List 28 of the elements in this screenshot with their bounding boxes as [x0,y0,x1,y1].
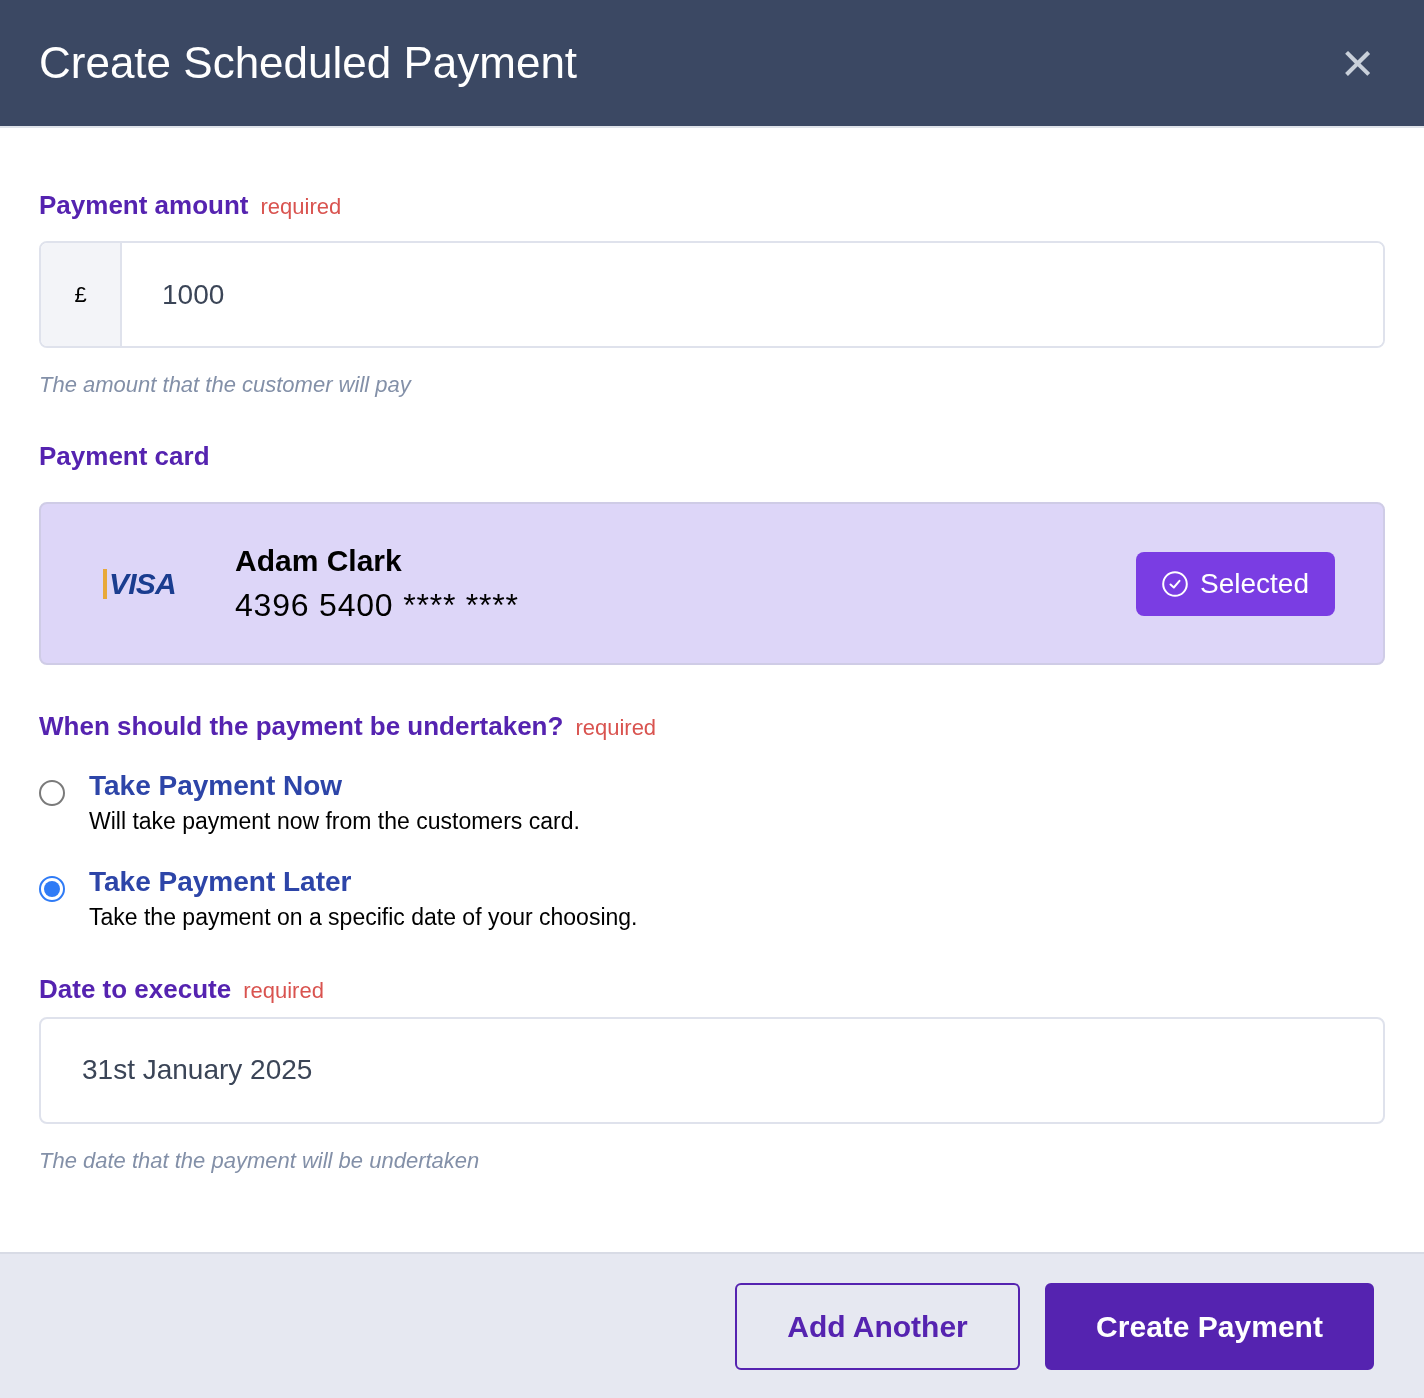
visa-logo: VISA [103,568,173,599]
option-description: Take the payment on a specific date of your choosing. [89,902,638,932]
amount-input[interactable]: £ 1000 [39,241,1385,348]
help-text: The date that the payment will be undertaken [39,1146,481,1175]
currency-prefix: £ [41,243,122,346]
radio-button[interactable] [39,875,65,902]
field-label: Payment amount [39,189,249,222]
field-label: Payment card [39,440,210,473]
field-label: When should the payment be undertaken? [39,710,564,743]
card-number: 4396 5400 **** **** [235,586,520,626]
required-tag: required [575,711,657,744]
option-title: Take Payment Later [89,864,353,899]
required-tag: required [260,190,342,223]
dialog-title: Create Scheduled Payment [39,41,578,85]
option-description: Will take payment now from the customers card. [89,807,580,836]
payment-card[interactable]: VISA Adam Clark 4396 5400 **** **** Selected [39,502,1385,665]
help-text: The amount that the customer will pay [39,371,413,399]
close-button[interactable]: × [1341,35,1374,91]
check-circle-icon [1162,570,1189,597]
radio-button[interactable] [39,780,65,806]
required-tag: required [243,973,324,1007]
create-payment-button[interactable]: Create Payment [1045,1282,1374,1370]
selected-button[interactable]: Selected [1136,551,1335,616]
date-input[interactable]: 31st January 2025 [39,1016,1385,1124]
option-title: Take Payment Now [89,769,344,803]
field-label: Date to execute [39,972,232,1006]
add-another-button[interactable]: Add Another [735,1282,1020,1370]
cardholder-name: Adam Clark [235,542,403,579]
